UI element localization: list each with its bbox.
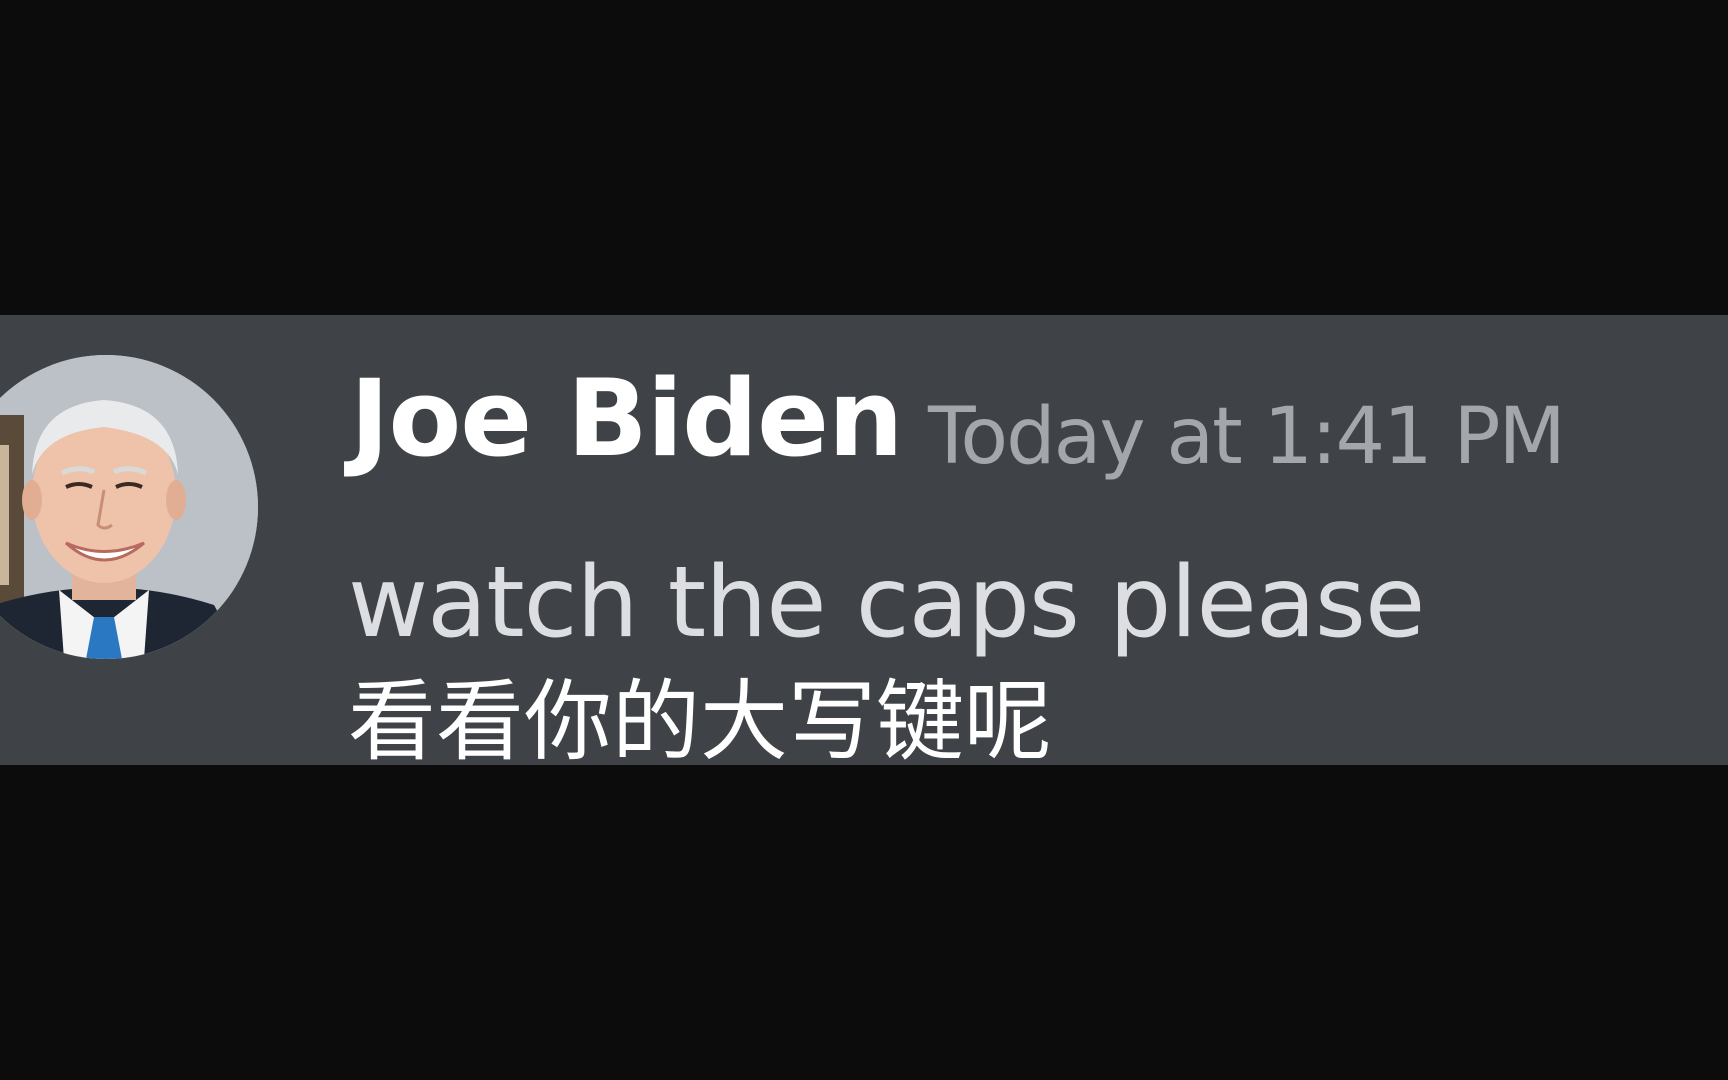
author-name[interactable]: Joe Biden (350, 366, 903, 472)
video-frame: Joe Biden Today at 1:41 PM watch the cap… (0, 0, 1728, 1080)
video-subtitle: 看看你的大写键呢 (348, 670, 1053, 773)
message-timestamp: Today at 1:41 PM (928, 392, 1566, 482)
message-text: watch the caps please (348, 546, 1425, 660)
